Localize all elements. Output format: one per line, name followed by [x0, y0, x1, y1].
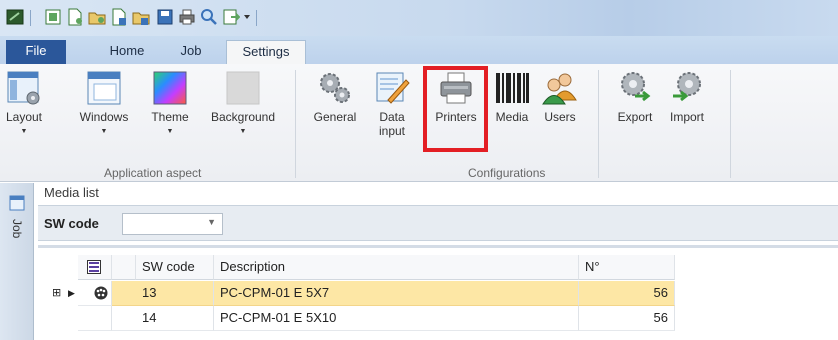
chevron-down-icon[interactable]: ▼: [207, 217, 216, 227]
background-icon: [226, 71, 260, 105]
general-label: General: [313, 110, 357, 124]
media-type-icon: [94, 286, 108, 300]
customize-icon[interactable]: [242, 8, 252, 26]
side-panel: [0, 183, 34, 340]
tab-home[interactable]: Home: [96, 40, 158, 64]
sw-code-filter-dropdown[interactable]: ▼: [122, 213, 223, 235]
media-label: Media: [495, 110, 529, 124]
theme-button[interactable]: Theme ▼: [143, 70, 197, 139]
tab-file[interactable]: File: [6, 40, 66, 64]
theme-label: Theme: [151, 110, 189, 124]
row-pointer-icon: ▶: [68, 288, 75, 298]
cell-sw-code: 13: [112, 281, 214, 306]
ribbon: Layout ▼ Windows ▼ Theme ▼ Background ▼ …: [0, 64, 838, 182]
cell-description: PC-CPM-01 E 5X7: [214, 281, 579, 306]
open-icon[interactable]: [88, 8, 106, 26]
side-tab-job[interactable]: Job: [10, 219, 24, 238]
group-label-configurations: Configurations: [468, 166, 546, 180]
panel-title: Media list: [44, 185, 99, 200]
edit-form-icon: [376, 72, 410, 104]
users-icon: [542, 73, 577, 105]
chevron-down-icon: ▼: [100, 128, 108, 135]
general-button[interactable]: General: [310, 70, 360, 124]
ribbon-separator: [730, 70, 731, 178]
barcode-icon: [496, 73, 529, 103]
app-icon[interactable]: [6, 8, 24, 26]
column-header-description[interactable]: Description: [214, 255, 579, 280]
table-row[interactable]: ⊞ ▶ 13 PC-CPM-01 E 5X7 56: [38, 281, 838, 306]
users-button[interactable]: Users: [538, 70, 582, 124]
cell-description: PC-CPM-01 E 5X10: [214, 306, 579, 331]
expand-icon[interactable]: ⊞: [52, 281, 61, 305]
layout-label: Layout: [5, 110, 43, 124]
export-label: Export: [617, 110, 653, 124]
data-input-label: Data input: [378, 110, 406, 138]
column-chooser-button[interactable]: [78, 255, 112, 280]
data-input-button[interactable]: Data input: [370, 70, 414, 138]
chevron-down-icon: ▼: [20, 128, 28, 135]
print-icon[interactable]: [178, 8, 196, 26]
save-icon[interactable]: [132, 8, 150, 26]
import-button[interactable]: Import: [664, 70, 710, 124]
new-icon[interactable]: [66, 8, 84, 26]
gear-import-icon: [673, 72, 701, 102]
floppy-icon[interactable]: [156, 8, 174, 26]
printers-highlight-box: [423, 66, 488, 152]
export-button[interactable]: Export: [612, 70, 658, 124]
media-button[interactable]: Media: [490, 70, 534, 124]
filter-label: SW code: [44, 216, 99, 231]
column-chooser-icon: [87, 260, 101, 274]
gears-icon: [320, 73, 350, 103]
media-list-panel: Media list SW code ▼ SW code Description…: [38, 183, 838, 340]
export-icon[interactable]: [222, 8, 240, 26]
chevron-down-icon: ▼: [166, 128, 174, 135]
windows-label: Windows: [79, 110, 129, 124]
cell-sw-code: 14: [112, 306, 214, 331]
ribbon-separator: [598, 70, 599, 178]
theme-icon: [153, 71, 187, 105]
search-icon[interactable]: [200, 8, 218, 26]
gear-export-icon: [621, 72, 651, 102]
layout-button[interactable]: Layout ▼: [2, 70, 46, 139]
group-label-application-aspect: Application aspect: [104, 166, 202, 180]
job-panel-icon[interactable]: [9, 195, 25, 211]
background-label: Background: [210, 110, 276, 124]
save-as-icon[interactable]: [110, 8, 128, 26]
import-label: Import: [669, 110, 704, 124]
tab-job[interactable]: Job: [164, 40, 218, 64]
grid-group-panel: [38, 245, 838, 248]
windows-icon: [87, 71, 121, 105]
windows-button[interactable]: Windows ▼: [74, 70, 134, 139]
grid-header: SW code Description N°: [38, 255, 838, 280]
column-header-sw-code[interactable]: SW code: [136, 255, 214, 280]
quick-access-toolbar: [0, 0, 838, 36]
ribbon-tab-row: File Home Job Settings: [0, 36, 838, 65]
table-row[interactable]: 14 PC-CPM-01 E 5X10 56: [38, 306, 838, 331]
background-button[interactable]: Background ▼: [204, 70, 282, 139]
print-preview-icon[interactable]: [44, 8, 62, 26]
layout-icon: [7, 71, 40, 105]
ribbon-separator: [295, 70, 296, 178]
column-header-n[interactable]: N°: [579, 255, 675, 280]
users-label: Users: [544, 110, 576, 124]
cell-n: 56: [579, 281, 675, 306]
chevron-down-icon: ▼: [239, 128, 247, 135]
filter-bar: SW code ▼: [38, 205, 838, 241]
tab-settings[interactable]: Settings: [226, 40, 306, 65]
cell-n: 56: [579, 306, 675, 331]
